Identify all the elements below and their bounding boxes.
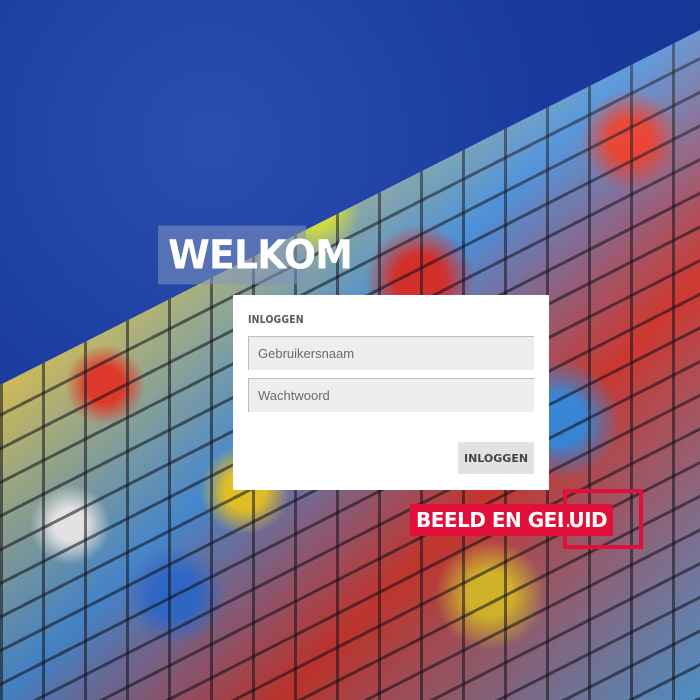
username-input[interactable] <box>248 336 534 370</box>
logo-frame <box>563 489 643 549</box>
beeld-en-geluid-logo: BEELD EN GELUID <box>410 489 650 557</box>
login-button[interactable]: INLOGGEN <box>458 442 534 474</box>
login-title: INLOGGEN <box>248 313 304 326</box>
login-panel: INLOGGEN INLOGGEN <box>233 295 549 490</box>
password-input[interactable] <box>248 378 534 412</box>
welcome-heading: WELKOM <box>158 225 353 285</box>
